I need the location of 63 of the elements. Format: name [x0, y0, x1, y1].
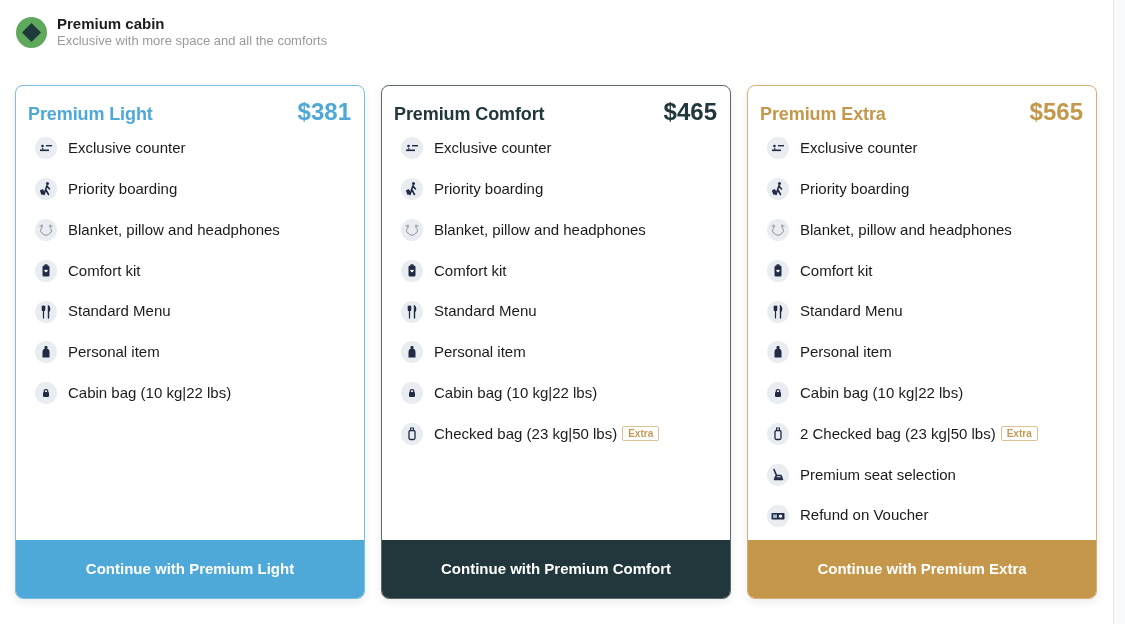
plan-price: $565: [1029, 98, 1083, 126]
ticket-icon: [767, 504, 789, 527]
feature-label: Exclusive counter: [800, 138, 918, 159]
bag-icon: [401, 382, 423, 405]
feature-label: Blanket, pillow and headphones: [68, 219, 280, 240]
person-with-suitcase-icon: [401, 178, 423, 201]
fork-knife-icon: [401, 300, 423, 323]
feature-label: Personal item: [434, 342, 526, 363]
continue-button[interactable]: Continue with Premium Light: [16, 540, 364, 598]
person-with-suitcase-icon: [35, 178, 57, 201]
feature-label: Cabin bag (10 kg|22 lbs): [800, 382, 964, 403]
feature-label: Priority boarding: [68, 178, 178, 199]
section-title: Premium cabin: [57, 15, 166, 33]
suitcase-icon: [767, 422, 789, 445]
feature-label: Priority boarding: [800, 178, 910, 199]
plan-name: Premium Comfort: [394, 103, 545, 126]
feature-label: Checked bag (23 kg|50 lbs): [434, 423, 618, 444]
feature-label: Priority boarding: [434, 178, 544, 199]
feature-label: Exclusive counter: [68, 138, 186, 159]
feature-label: Comfort kit: [434, 260, 507, 281]
bag-icon: [35, 382, 57, 405]
feature-label: Standard Menu: [434, 301, 537, 322]
kit-bag-icon: [401, 259, 423, 282]
feature-label: Exclusive counter: [434, 138, 552, 159]
counter-icon: [767, 137, 789, 160]
feature-label: Refund on Voucher: [800, 505, 929, 526]
backpack-icon: [767, 341, 789, 364]
feature-label: 2 Checked bag (23 kg|50 lbs): [800, 423, 996, 444]
feature-label: Personal item: [800, 342, 892, 363]
feature-label: Cabin bag (10 kg|22 lbs): [68, 382, 232, 403]
seat-icon: [767, 463, 789, 486]
kit-bag-icon: [35, 259, 57, 282]
counter-icon: [401, 137, 423, 160]
extra-tag: Extra: [622, 426, 660, 442]
headphones-icon: [35, 219, 57, 241]
headphones-icon: [401, 219, 423, 241]
headphones-icon: [767, 219, 789, 241]
kit-bag-icon: [767, 259, 789, 282]
feature-label: Personal item: [68, 342, 160, 363]
feature-label: Comfort kit: [800, 260, 873, 281]
continue-button[interactable]: Continue with Premium Comfort: [382, 540, 730, 598]
bag-icon: [767, 382, 789, 405]
plan-price: $381: [297, 98, 351, 126]
backpack-icon: [35, 341, 57, 364]
feature-label: Standard Menu: [68, 301, 171, 322]
continue-button[interactable]: Continue with Premium Extra: [748, 540, 1096, 598]
feature-label: Blanket, pillow and headphones: [800, 219, 1012, 240]
person-with-suitcase-icon: [767, 178, 789, 201]
plan-name: Premium Light: [28, 103, 153, 126]
feature-label: Cabin bag (10 kg|22 lbs): [434, 382, 598, 403]
fork-knife-icon: [767, 300, 789, 323]
counter-icon: [35, 137, 57, 160]
feature-label: Comfort kit: [68, 260, 141, 281]
extra-tag: Extra: [1000, 426, 1038, 442]
feature-label: Premium seat selection: [800, 464, 956, 485]
suitcase-icon: [401, 422, 423, 445]
feature-label: Blanket, pillow and headphones: [434, 219, 646, 240]
backpack-icon: [401, 341, 423, 364]
plan-name: Premium Extra: [760, 103, 886, 126]
feature-label: Standard Menu: [800, 301, 903, 322]
plan-price: $465: [663, 98, 717, 126]
fork-knife-icon: [35, 300, 57, 323]
section-subtitle: Exclusive with more space and all the comforts: [57, 33, 328, 49]
